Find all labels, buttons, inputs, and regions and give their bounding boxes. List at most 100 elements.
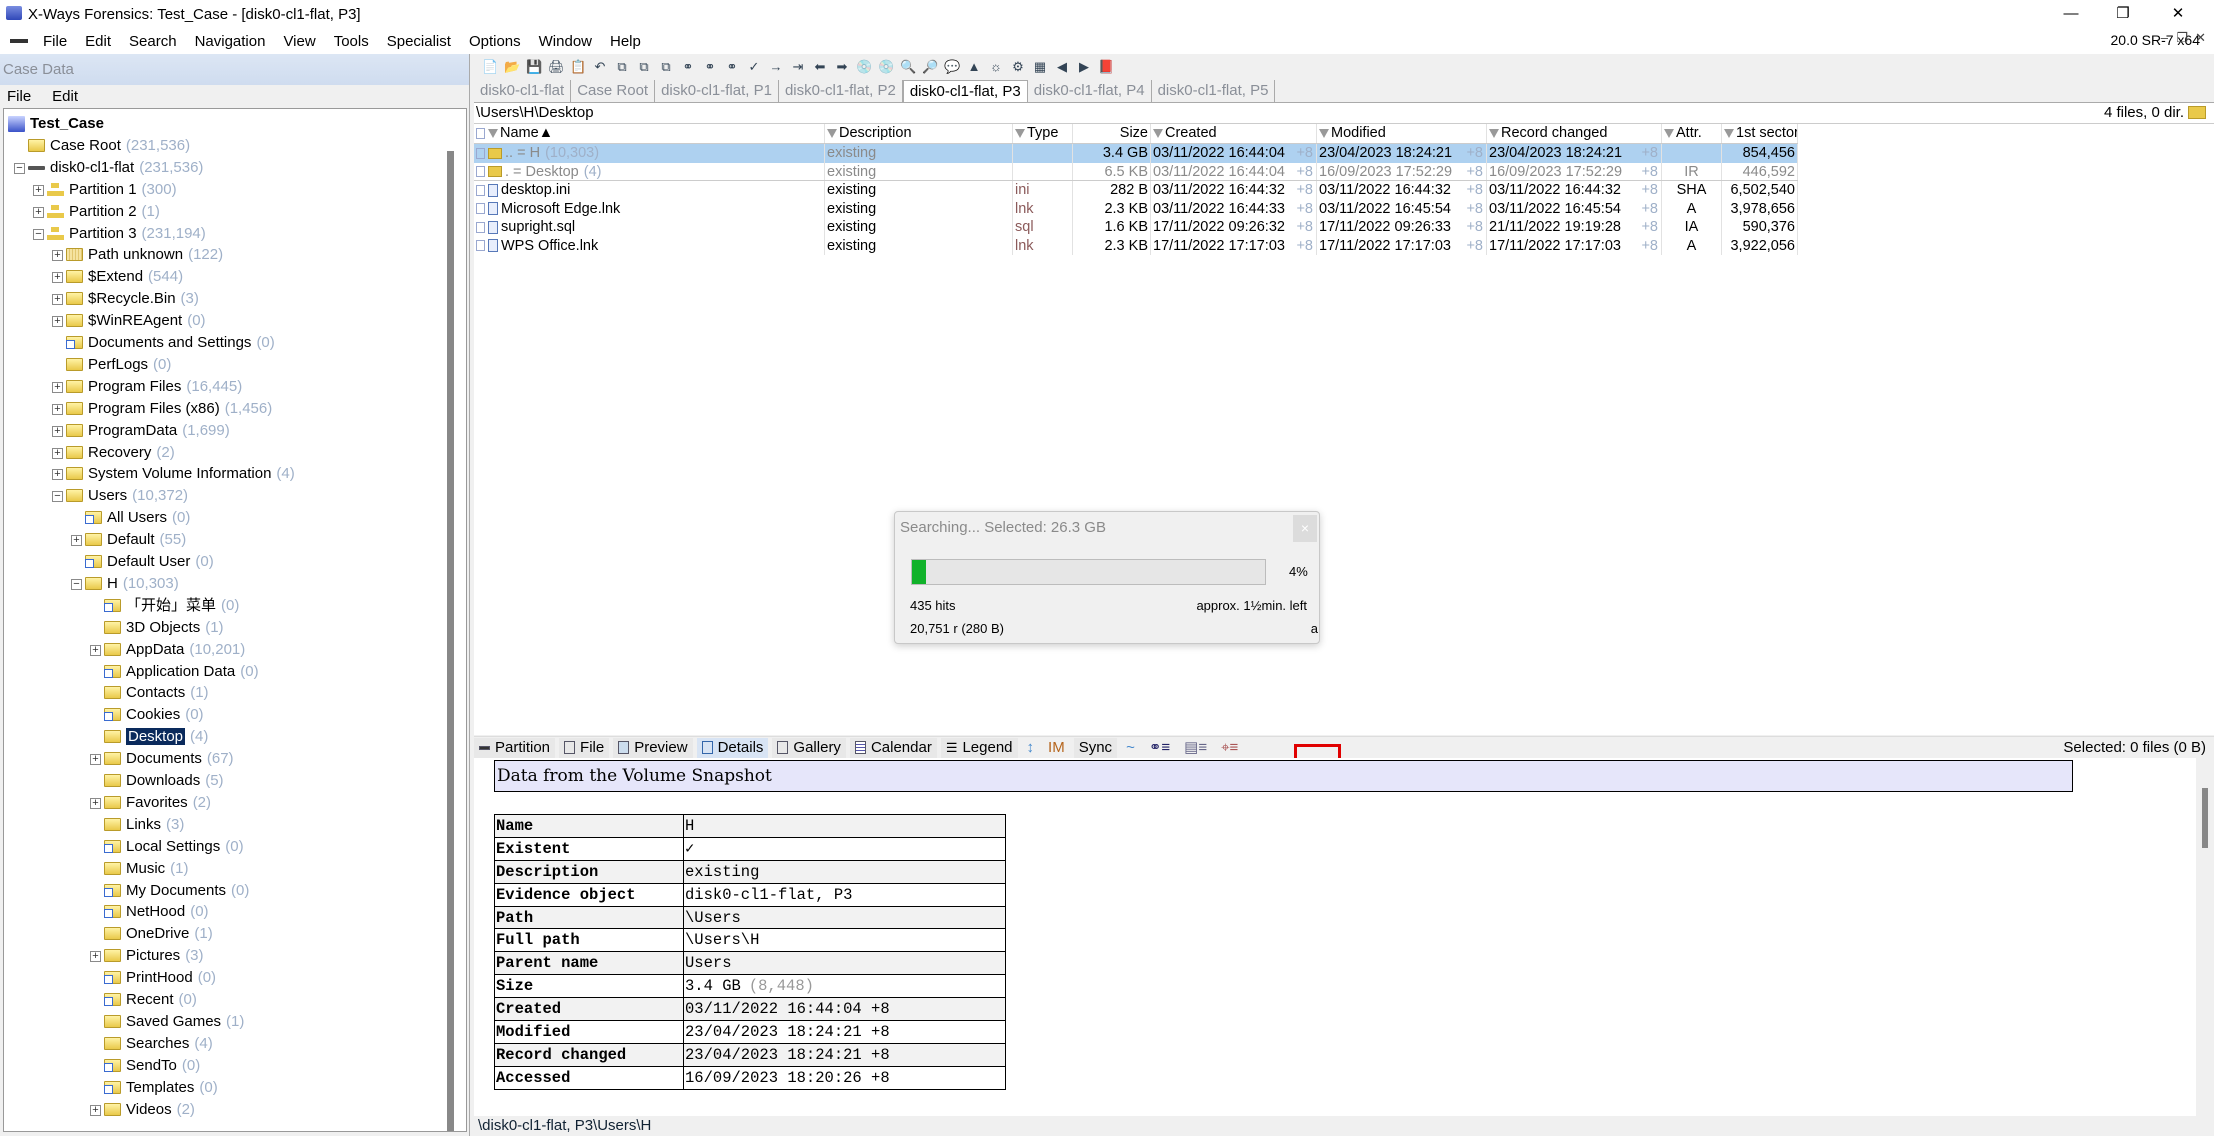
- file-row[interactable]: .. = H (10,303) existing 3.4 GB 03/11/2022 1…: [474, 144, 1798, 163]
- tree-item[interactable]: + Partition 1 (300): [4, 179, 444, 201]
- expand-icon[interactable]: +: [52, 403, 63, 415]
- case-menu-file[interactable]: File: [0, 88, 31, 105]
- row-checkbox[interactable]: [476, 240, 485, 252]
- collapse-icon[interactable]: −: [71, 578, 82, 590]
- tree-item[interactable]: Recent (0): [4, 989, 444, 1011]
- tree-item[interactable]: My Documents (0): [4, 880, 444, 902]
- mdi-minimize-button[interactable]: –: [2161, 30, 2168, 45]
- file-row[interactable]: WPS Office.lnk existing lnk 2.3 KB 17/11/202…: [474, 236, 1798, 255]
- filter-icon[interactable]: [1489, 128, 1499, 138]
- expand-icon[interactable]: +: [90, 644, 101, 656]
- sun-icon[interactable]: ☼: [988, 59, 1004, 75]
- tree-item[interactable]: + System Volume Information (4): [4, 463, 444, 485]
- menu-specialist[interactable]: Specialist: [378, 33, 460, 50]
- gear-icon[interactable]: ⚙: [1010, 59, 1026, 75]
- menu-edit[interactable]: Edit: [76, 33, 120, 50]
- scrollbar-thumb[interactable]: [2202, 788, 2208, 848]
- calendar-button[interactable]: Calendar: [849, 737, 937, 758]
- folder-icon[interactable]: [2188, 106, 2206, 119]
- filter-icon[interactable]: [1015, 128, 1025, 138]
- disk-icon[interactable]: 💿: [856, 59, 872, 75]
- tree-item[interactable]: − H (10,303): [4, 573, 444, 595]
- column-header-modified[interactable]: Modified: [1317, 124, 1487, 143]
- tree-item[interactable]: Searches (4): [4, 1033, 444, 1055]
- tree-item[interactable]: − Partition 3 (231,194): [4, 223, 444, 245]
- tree-item[interactable]: + ProgramData (1,699): [4, 420, 444, 442]
- tree-item[interactable]: PerfLogs (0): [4, 354, 444, 376]
- tree-item[interactable]: All Users (0): [4, 507, 444, 529]
- menu-navigation[interactable]: Navigation: [186, 33, 275, 50]
- tree-item[interactable]: + Path unknown (122): [4, 244, 444, 266]
- file-row[interactable]: supright.sql existing sql 1.6 KB 17/11/2022 …: [474, 218, 1798, 237]
- next-icon[interactable]: ▶: [1076, 59, 1092, 75]
- paste-special-icon[interactable]: ⧉: [658, 59, 674, 75]
- tree-item[interactable]: + Program Files (16,445): [4, 376, 444, 398]
- row-checkbox[interactable]: [476, 184, 485, 196]
- copy-icon[interactable]: ⧉: [614, 59, 630, 75]
- details-scrollbar[interactable]: [2196, 758, 2214, 1116]
- tree-item[interactable]: Case Root (231,536): [4, 135, 444, 157]
- open-icon[interactable]: 📂: [504, 59, 520, 75]
- expand-icon[interactable]: +: [52, 272, 63, 284]
- expand-icon[interactable]: +: [33, 184, 44, 196]
- tree-item[interactable]: Cookies (0): [4, 704, 444, 726]
- tree-scrollbar[interactable]: [447, 151, 454, 1131]
- prev-icon[interactable]: ◀: [1054, 59, 1070, 75]
- resize-icon[interactable]: ↕: [1022, 738, 1040, 758]
- grid-icon[interactable]: ▦: [1032, 59, 1048, 75]
- collapse-icon[interactable]: −: [33, 228, 44, 240]
- expand-icon[interactable]: +: [90, 754, 101, 766]
- paste-icon[interactable]: ⧉: [636, 59, 652, 75]
- tree-item[interactable]: Templates (0): [4, 1077, 444, 1099]
- row-checkbox[interactable]: [476, 166, 485, 178]
- tree-item[interactable]: + Partition 2 (1): [4, 201, 444, 223]
- tree-item[interactable]: 3D Objects (1): [4, 617, 444, 639]
- select-all-checkbox[interactable]: [476, 127, 485, 139]
- tab-disk0-cl1-flat-p5[interactable]: disk0-cl1-flat, P5: [1151, 80, 1276, 102]
- row-checkbox[interactable]: [476, 147, 485, 159]
- file-button[interactable]: File: [559, 737, 610, 758]
- expand-icon[interactable]: +: [90, 1104, 101, 1116]
- print-icon[interactable]: 🖨: [548, 59, 565, 75]
- mdi-close-button[interactable]: ✕: [2195, 30, 2206, 46]
- column-header-1st-sector[interactable]: 1st sector: [1722, 124, 1798, 143]
- disk2-icon[interactable]: 💿: [878, 59, 894, 75]
- file-row[interactable]: desktop.ini existing ini 282 B 03/11/2022 16…: [474, 181, 1798, 200]
- gallery-button[interactable]: Gallery: [772, 737, 846, 758]
- tree-item[interactable]: Music (1): [4, 858, 444, 880]
- column-header-size[interactable]: Size: [1073, 124, 1151, 143]
- tree-item[interactable]: NetHood (0): [4, 901, 444, 923]
- search-hits-icon[interactable]: ⚭≡: [1144, 738, 1175, 758]
- row-checkbox[interactable]: [476, 221, 485, 233]
- filter-icon[interactable]: [1319, 128, 1329, 138]
- forward-icon[interactable]: ➡: [834, 59, 850, 75]
- tree-item[interactable]: SendTo (0): [4, 1055, 444, 1077]
- tree-item[interactable]: + $Extend (544): [4, 266, 444, 288]
- preview-button[interactable]: Preview: [613, 737, 693, 758]
- chart-icon[interactable]: ▲: [966, 59, 982, 75]
- expand-icon[interactable]: +: [33, 206, 44, 218]
- filter-icon[interactable]: [488, 128, 498, 138]
- tree-item[interactable]: + Documents (67): [4, 748, 444, 770]
- expand-icon[interactable]: +: [52, 425, 63, 437]
- tab-disk0-cl1-flat-p2[interactable]: disk0-cl1-flat, P2: [778, 80, 903, 102]
- expand-icon[interactable]: +: [52, 316, 63, 328]
- tab-disk0-cl1-flat-p1[interactable]: disk0-cl1-flat, P1: [655, 80, 779, 102]
- filter-icon[interactable]: [827, 128, 837, 138]
- menu-window[interactable]: Window: [530, 33, 601, 50]
- tree-item[interactable]: Desktop (4): [4, 726, 444, 748]
- collapse-icon[interactable]: −: [52, 491, 63, 503]
- tab-case-root[interactable]: Case Root: [571, 80, 656, 102]
- comment-icon[interactable]: 💬: [944, 59, 960, 75]
- tree-item[interactable]: − disk0-cl1-flat (231,536): [4, 157, 444, 179]
- expand-icon[interactable]: +: [52, 250, 63, 262]
- expand-icon[interactable]: +: [71, 535, 82, 547]
- tab-disk0-cl1-flat[interactable]: disk0-cl1-flat: [474, 80, 572, 102]
- tree-item[interactable]: PrintHood (0): [4, 967, 444, 989]
- menu-tools[interactable]: Tools: [325, 33, 378, 50]
- expand-icon[interactable]: +: [52, 381, 63, 393]
- expand-icon[interactable]: +: [52, 447, 63, 459]
- tree-item[interactable]: Contacts (1): [4, 682, 444, 704]
- new-icon[interactable]: 📄: [482, 59, 498, 75]
- book-icon[interactable]: 📕: [1098, 59, 1114, 75]
